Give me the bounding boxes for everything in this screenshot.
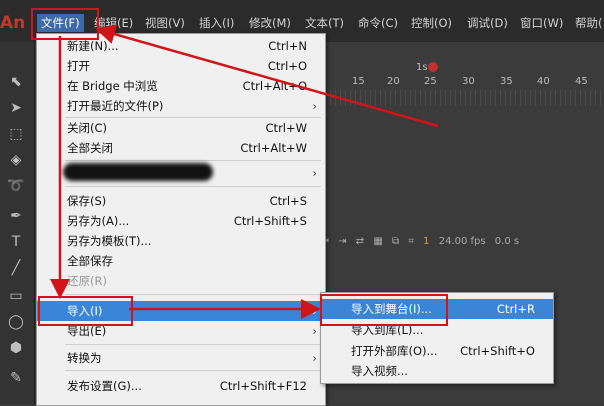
annotation-arrows	[50, 24, 439, 319]
annotation-arrow	[95, 24, 439, 128]
